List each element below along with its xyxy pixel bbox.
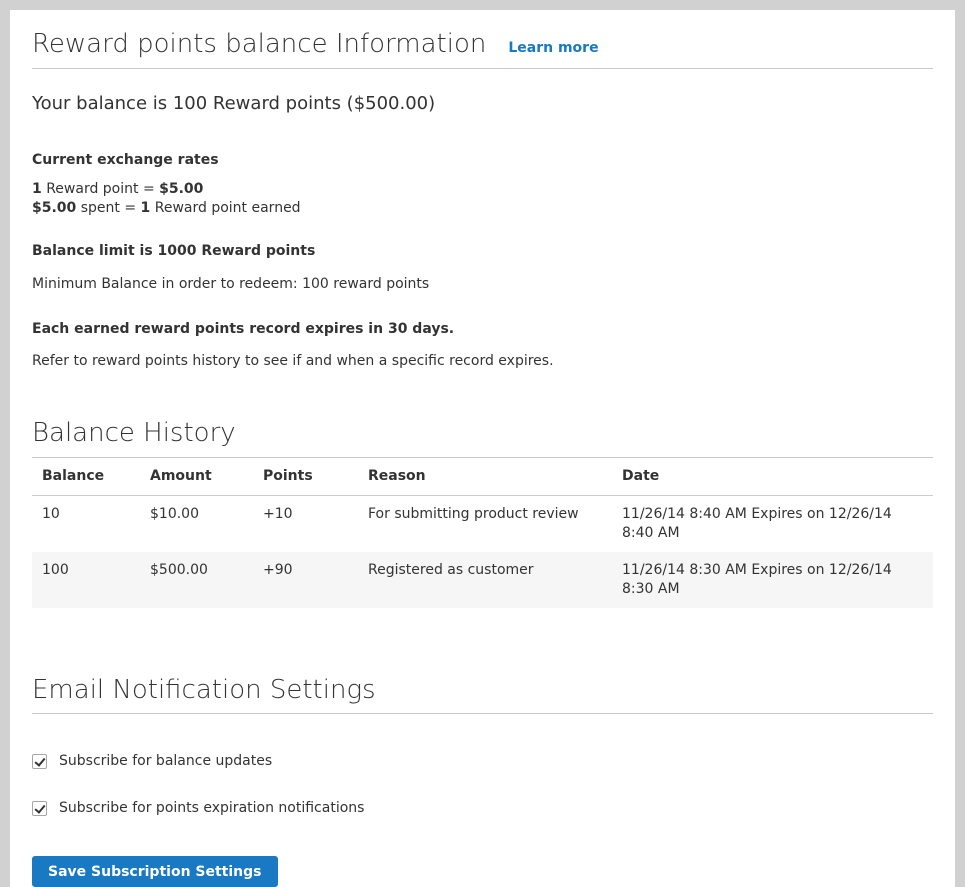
cell-reason: Registered as customer: [358, 552, 612, 608]
rate1-points-value: 1: [32, 181, 42, 197]
cell-date: 11/26/14 8:40 AM Expires on 12/26/14 8:4…: [612, 496, 933, 553]
page-title: Reward points balance Information: [32, 28, 486, 60]
cell-balance: 100: [32, 552, 140, 608]
rate2-points-value: 1: [141, 200, 151, 216]
cell-balance: 10: [32, 496, 140, 553]
table-header-row: Balance Amount Points Reason Date: [32, 458, 933, 496]
expiry-note: Refer to reward points history to see if…: [32, 352, 933, 371]
column-header-points: Points: [253, 458, 358, 496]
expiry-notice: Each earned reward points record expires…: [32, 320, 933, 339]
column-header-date: Date: [612, 458, 933, 496]
rate-line-earn: 1 Reward point = $5.00: [32, 180, 933, 199]
column-header-balance: Balance: [32, 458, 140, 496]
cell-points: +90: [253, 552, 358, 608]
rate1-text: Reward point =: [42, 181, 159, 197]
exchange-rates-heading: Current exchange rates: [32, 151, 933, 170]
cell-points: +10: [253, 496, 358, 553]
balance-limit-notice: Balance limit is 1000 Reward points: [32, 242, 933, 261]
expiration-notifications-label: Subscribe for points expiration notifica…: [59, 799, 364, 818]
balance-updates-label: Subscribe for balance updates: [59, 752, 272, 771]
cell-reason: For submitting product review: [358, 496, 612, 553]
rate2-amount-value: $5.00: [32, 200, 76, 216]
column-header-amount: Amount: [140, 458, 253, 496]
rate1-amount-value: $5.00: [159, 181, 203, 197]
table-row: 100 $500.00 +90 Registered as customer 1…: [32, 552, 933, 608]
email-settings-heading: Email Notification Settings: [32, 674, 933, 706]
rate2-text-2: Reward point earned: [150, 200, 300, 216]
expiration-notifications-checkbox[interactable]: [32, 801, 47, 816]
cell-amount: $10.00: [140, 496, 253, 553]
balance-updates-checkbox[interactable]: [32, 754, 47, 769]
table-row: 10 $10.00 +10 For submitting product rev…: [32, 496, 933, 553]
email-settings-divider: [32, 713, 933, 714]
learn-more-link[interactable]: Learn more: [508, 39, 598, 58]
exchange-rates: 1 Reward point = $5.00 $5.00 spent = 1 R…: [32, 180, 933, 218]
cell-amount: $500.00: [140, 552, 253, 608]
subscribe-balance-updates-option[interactable]: Subscribe for balance updates: [32, 752, 272, 771]
subscribe-expiration-notifications-option[interactable]: Subscribe for points expiration notifica…: [32, 799, 364, 818]
rate2-text: spent =: [76, 200, 140, 216]
save-subscription-settings-button[interactable]: Save Subscription Settings: [32, 856, 278, 887]
min-balance-notice: Minimum Balance in order to redeem: 100 …: [32, 275, 933, 294]
page-frame: Reward points balance Information Learn …: [0, 0, 965, 882]
column-header-reason: Reason: [358, 458, 612, 496]
balance-summary: Your balance is 100 Reward points ($500.…: [32, 93, 933, 115]
header-divider: [32, 68, 933, 69]
rate-line-spend: $5.00 spent = 1 Reward point earned: [32, 199, 933, 218]
balance-history-heading: Balance History: [32, 417, 933, 449]
page-header: Reward points balance Information Learn …: [32, 28, 933, 60]
content-card: Reward points balance Information Learn …: [10, 10, 955, 887]
balance-history-table: Balance Amount Points Reason Date 10 $10…: [32, 457, 933, 608]
cell-date: 11/26/14 8:30 AM Expires on 12/26/14 8:3…: [612, 552, 933, 608]
